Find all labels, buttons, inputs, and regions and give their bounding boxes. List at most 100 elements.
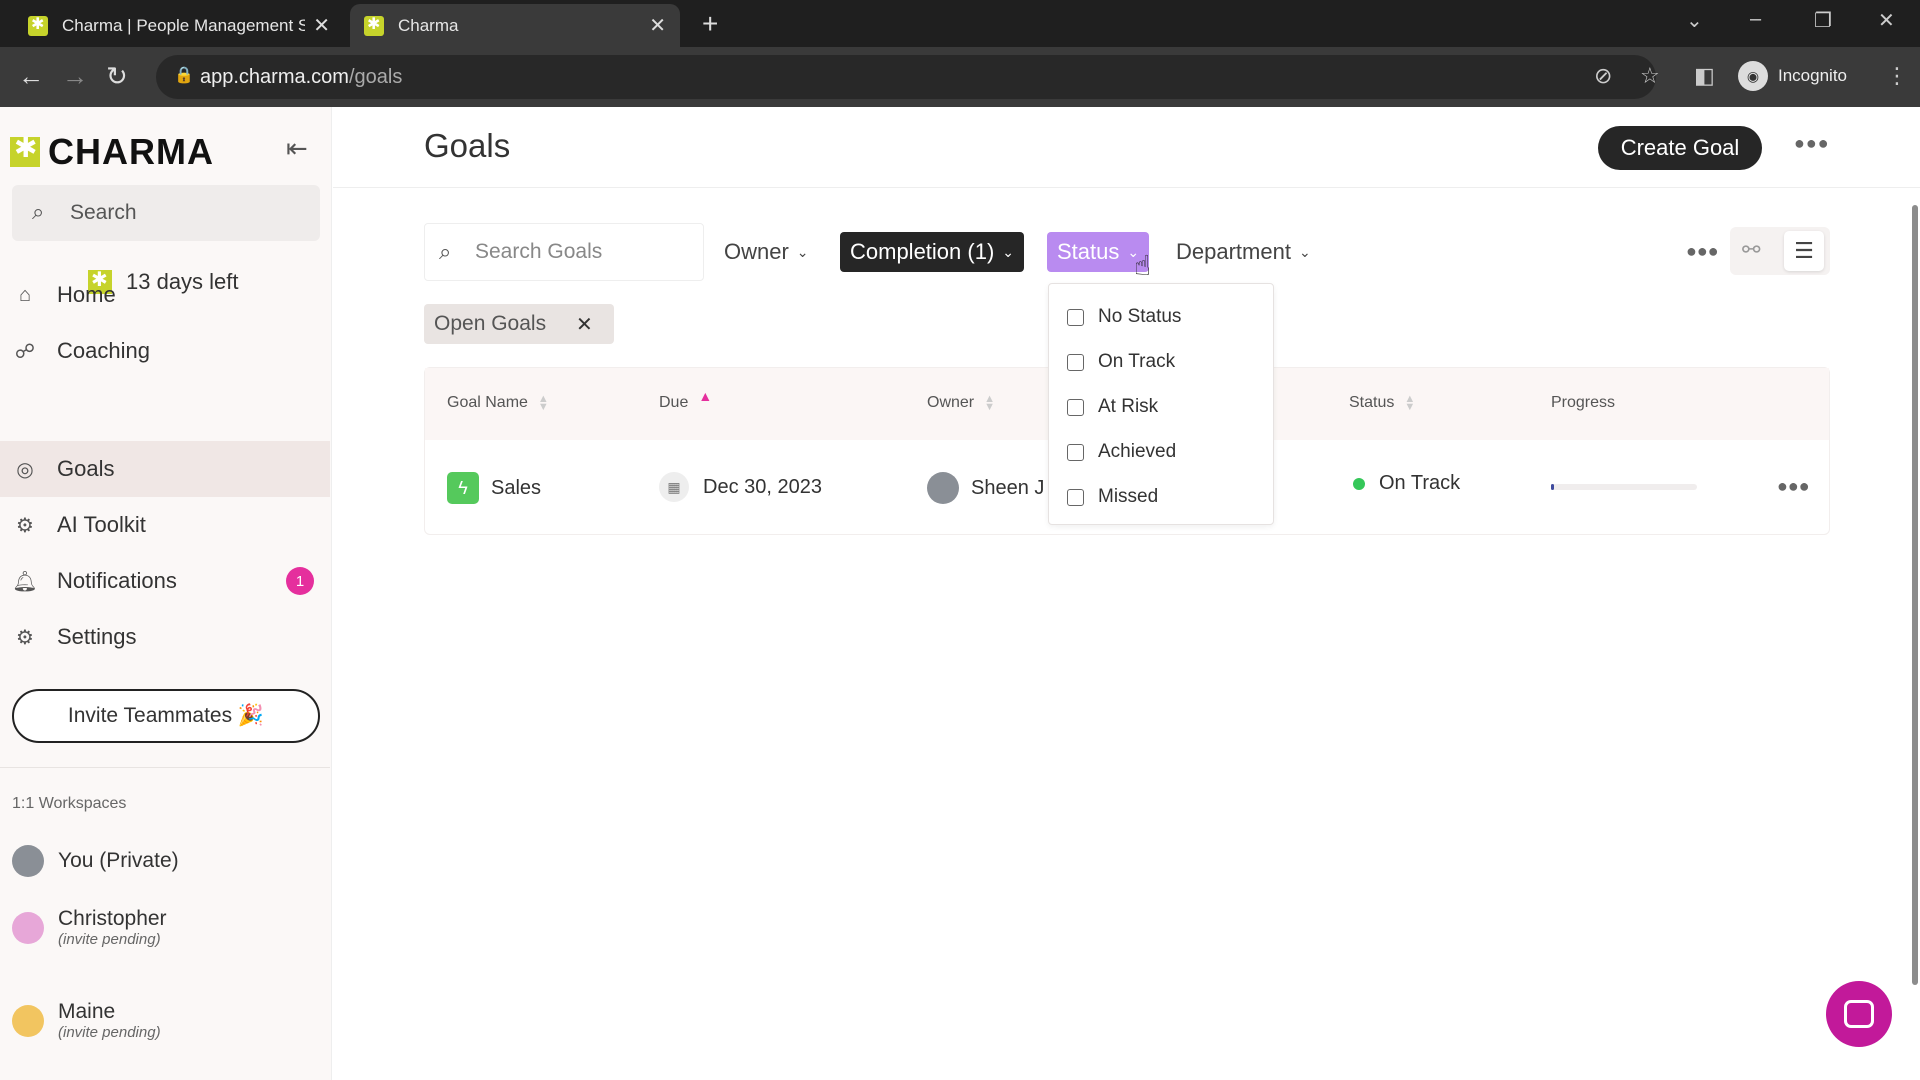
hand-cursor-icon: ☝	[1134, 250, 1152, 281]
side-panel-icon[interactable]: ◧	[1694, 63, 1715, 89]
department-filter[interactable]: Department ⌄	[1166, 232, 1321, 272]
close-tab-icon[interactable]: ✕	[649, 13, 666, 38]
eye-off-icon[interactable]: ⊘	[1594, 63, 1612, 89]
due-cell[interactable]: ▦ Dec 30, 2023	[659, 472, 822, 502]
chat-launcher-button[interactable]	[1826, 981, 1892, 1047]
search-goals-input[interactable]: ⌕ Search Goals	[424, 223, 704, 281]
browser-tab[interactable]: Charma | People Management S ✕	[14, 4, 344, 47]
sidebar-item-label: Goals	[57, 456, 115, 481]
search-icon: ⌕	[439, 239, 452, 264]
checkbox[interactable]	[1067, 398, 1084, 416]
browser-tab-active[interactable]: Charma ✕	[350, 4, 680, 47]
url-path: /goals	[348, 65, 403, 88]
completion-filter[interactable]: Completion (1) ⌄	[840, 232, 1025, 272]
incognito-icon: ◉	[1738, 61, 1768, 91]
status-cell[interactable]: On Track	[1353, 472, 1460, 495]
checkbox[interactable]	[1067, 488, 1084, 506]
avatar	[927, 472, 959, 504]
column-label: Due	[659, 394, 689, 411]
option-label: No Status	[1098, 306, 1182, 327]
list-view-icon[interactable]: ☰	[1784, 231, 1824, 271]
owner-filter[interactable]: Owner ⌄	[714, 232, 819, 272]
bell-icon: 🔔︎	[12, 570, 38, 593]
chevron-down-icon: ⌄	[1002, 243, 1015, 260]
sidebar-search[interactable]: ⌕ Search	[12, 185, 320, 241]
tab-title: Charma | People Management S	[62, 15, 306, 35]
sidebar-item-coaching[interactable]: ☍ Coaching	[0, 323, 330, 379]
sidebar-item-label: Settings	[57, 624, 137, 649]
browser-toolbar: ← → ↻ 🔒 app.charma.com/goals ⊘ ☆ ◧ ◉ Inc…	[0, 47, 1920, 107]
column-label: Status	[1349, 394, 1395, 411]
sidebar-item-home[interactable]: ⌂ Home	[0, 267, 330, 323]
checkbox[interactable]	[1067, 353, 1084, 371]
sidebar-item-notifications[interactable]: 🔔︎ Notifications 1	[0, 553, 330, 609]
workspace-item[interactable]: Christopher (invite pending)	[12, 907, 167, 948]
filter-label: Status	[1057, 239, 1120, 264]
tab-search-icon[interactable]: ⌄	[1686, 8, 1703, 33]
chat-icon	[1844, 1000, 1874, 1028]
avatar	[12, 845, 44, 877]
column-due[interactable]: Due ▲	[659, 389, 712, 412]
kebab-menu-icon[interactable]: ⋮	[1886, 63, 1908, 89]
lightning-icon: ϟ	[447, 472, 479, 504]
charma-logo[interactable]: CHARMA	[10, 131, 214, 173]
create-goal-button[interactable]: Create Goal	[1598, 126, 1762, 170]
sidebar-item-label: Coaching	[57, 338, 150, 363]
status-option-missed[interactable]: Missed	[1067, 486, 1158, 508]
view-toggle: ⚯ ☰	[1730, 227, 1830, 275]
remove-chip-icon[interactable]: ✕	[576, 312, 593, 337]
workspace-name: Christopher	[58, 907, 167, 930]
collapse-sidebar-icon[interactable]: ⇤	[286, 133, 308, 164]
lock-icon: 🔒	[174, 67, 194, 84]
status-option-at-risk[interactable]: At Risk	[1067, 396, 1158, 418]
page-title: Goals	[424, 127, 511, 164]
forward-icon[interactable]: →	[62, 61, 88, 92]
close-window-icon[interactable]: ✕	[1878, 8, 1895, 33]
close-tab-icon[interactable]: ✕	[313, 13, 330, 38]
owner-cell[interactable]: Sheen J	[927, 472, 1044, 504]
incognito-indicator[interactable]: ◉ Incognito	[1738, 57, 1847, 95]
app: CHARMA ⇤ ⌕ Search 13 days left ⌂ Home ☍ …	[0, 107, 1920, 1080]
restore-icon[interactable]: ❐	[1814, 8, 1832, 33]
status-option-no-status[interactable]: No Status	[1067, 306, 1181, 328]
home-icon: ⌂	[18, 283, 32, 306]
sidebar-item-goals[interactable]: ◎ Goals	[0, 441, 330, 497]
column-owner[interactable]: Owner ▲ ▼	[927, 393, 996, 413]
sort-icon: ▲ ▼	[984, 393, 996, 413]
sidebar-item-label: AI Toolkit	[57, 512, 146, 537]
status-option-achieved[interactable]: Achieved	[1067, 441, 1176, 463]
row-more-icon[interactable]: ●●●	[1777, 476, 1810, 497]
robot-icon: ⚙	[16, 514, 34, 537]
column-status[interactable]: Status ▲ ▼	[1349, 394, 1415, 413]
avatar	[12, 911, 44, 944]
sidebar-item-settings[interactable]: ⚙ Settings	[0, 609, 330, 665]
checkbox[interactable]	[1067, 443, 1084, 461]
tab-title: Charma	[398, 15, 459, 35]
workspace-item[interactable]: You (Private)	[12, 845, 179, 877]
column-goal-name[interactable]: Goal Name ▲ ▼	[447, 394, 549, 413]
reload-icon[interactable]: ↻	[106, 61, 128, 92]
tree-view-icon[interactable]: ⚯	[1742, 237, 1760, 263]
workspaces-heading: 1:1 Workspaces	[12, 795, 127, 812]
sidebar-item-ai-toolkit[interactable]: ⚙ AI Toolkit	[0, 497, 330, 553]
scrollbar[interactable]	[1912, 205, 1918, 985]
minimize-icon[interactable]: –	[1750, 8, 1761, 31]
address-bar[interactable]: 🔒 app.charma.com/goals	[156, 55, 1656, 99]
star-icon[interactable]: ☆	[1640, 63, 1660, 89]
goal-name: Sales	[491, 476, 542, 499]
back-icon[interactable]: ←	[18, 61, 44, 92]
more-filters-icon[interactable]: ●●●	[1686, 241, 1719, 262]
invite-teammates-button[interactable]: Invite Teammates 🎉	[12, 689, 320, 743]
new-tab-icon[interactable]: +	[702, 8, 718, 40]
option-label: On Track	[1098, 351, 1176, 372]
status-option-on-track[interactable]: On Track	[1067, 351, 1175, 373]
workspace-name: You (Private)	[58, 849, 179, 872]
chip-label: Open Goals	[434, 312, 547, 335]
divider	[333, 187, 1920, 188]
workspace-item[interactable]: Maine (invite pending)	[12, 1000, 161, 1041]
progress-fill	[1551, 484, 1554, 490]
goal-name-cell[interactable]: ϟ Sales	[447, 472, 541, 504]
avatar	[12, 1004, 44, 1037]
more-options-icon[interactable]: ●●●	[1794, 133, 1830, 154]
checkbox[interactable]	[1067, 308, 1084, 326]
